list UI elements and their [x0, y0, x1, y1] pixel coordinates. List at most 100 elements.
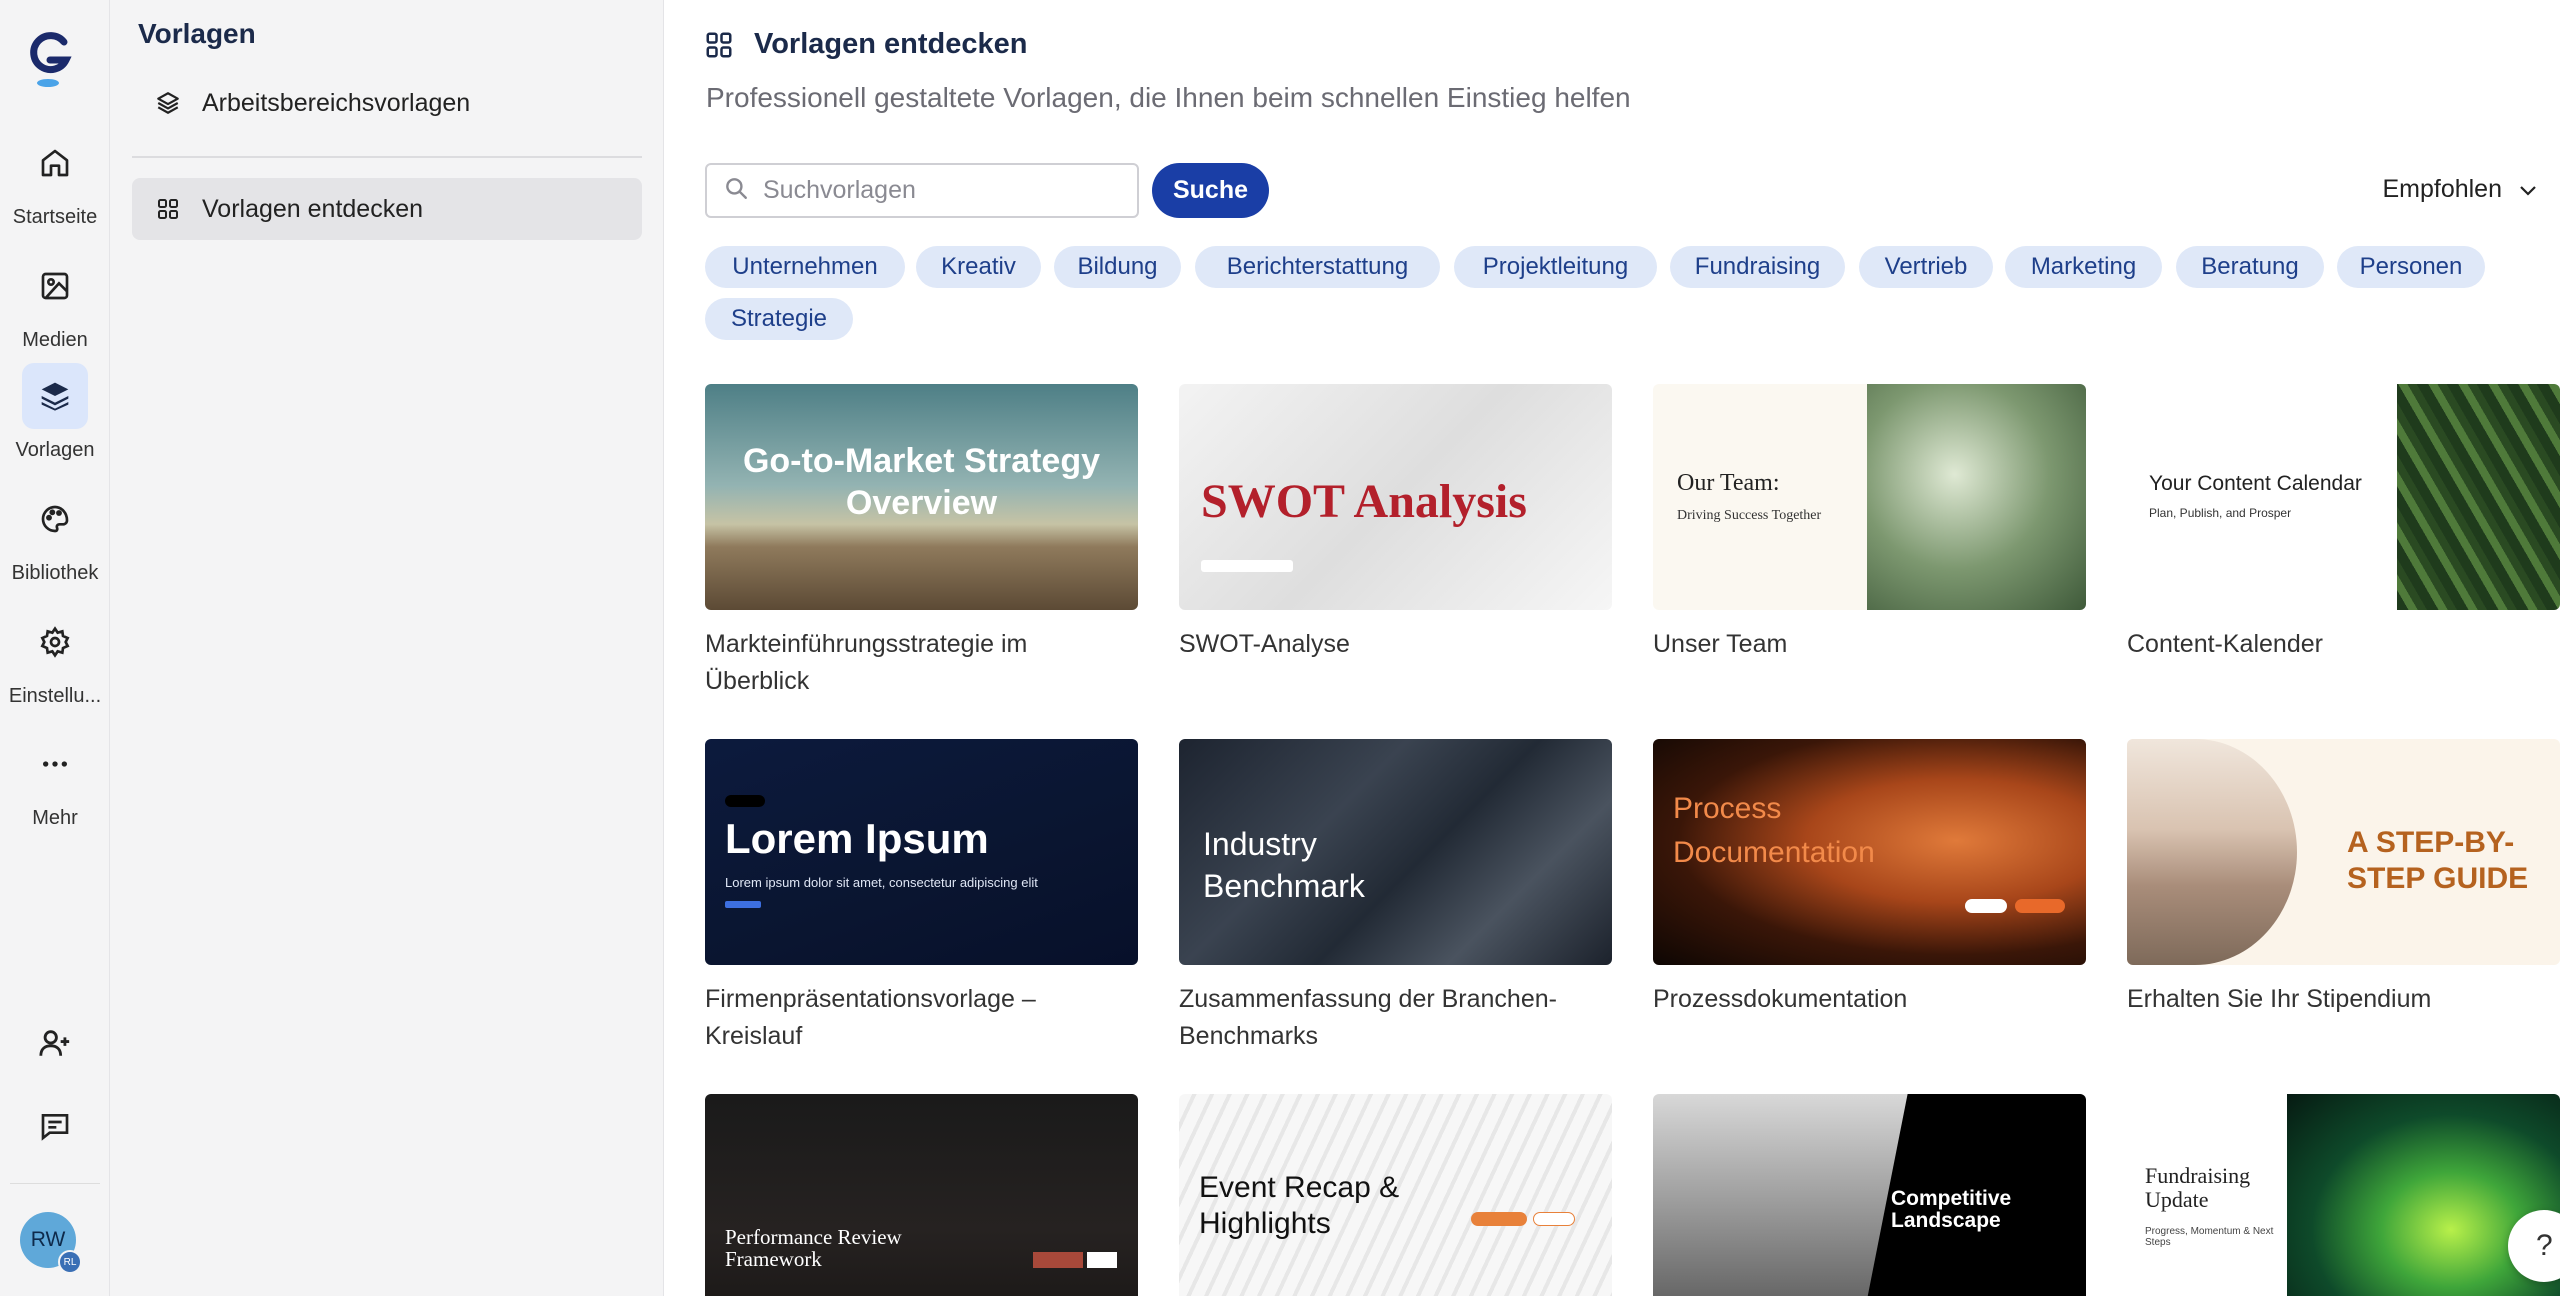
search-box	[705, 163, 1139, 218]
search-button[interactable]: Suche	[1152, 163, 1269, 218]
template-card[interactable]: A STEP-BY-STEP GUIDE Erhalten Sie Ihr St…	[2127, 739, 2560, 1018]
help-icon: ?	[2536, 1229, 2553, 1262]
thumbnail-subtext: Plan, Publish, and Prosper	[2149, 506, 2292, 520]
thumbnail-decoration	[1087, 1252, 1117, 1268]
thumbnail-subtext: Progress, Momentum & Next Steps	[2145, 1226, 2274, 1248]
app-root: Startseite Medien Vorlagen Bibliothek Ei…	[0, 0, 2560, 1296]
thumbnail-image	[2397, 384, 2560, 610]
category-chip[interactable]: Marketing	[2005, 246, 2162, 288]
template-card[interactable]: Event Recap & Highlights	[1179, 1094, 1612, 1296]
rail-item-more[interactable]: Mehr	[0, 731, 110, 841]
thumbnail-decoration	[725, 901, 761, 908]
category-chip[interactable]: Beratung	[2176, 246, 2324, 288]
rail-item-media[interactable]: Medien	[0, 253, 110, 363]
thumbnail-image	[2127, 739, 2297, 965]
gear-icon	[22, 609, 88, 675]
thumbnail-text: Our Team:	[1677, 470, 1780, 496]
thumbnail-text: Go-to-Market Strategy Overview	[742, 442, 1101, 522]
layers-outline-icon	[154, 89, 182, 117]
thumbnail-text: Performance Review Framework	[725, 1225, 902, 1271]
more-icon	[22, 731, 88, 797]
template-thumbnail: A STEP-BY-STEP GUIDE	[2127, 739, 2560, 965]
template-title: SWOT-Analyse	[1179, 630, 1350, 658]
feedback-icon[interactable]	[22, 1093, 88, 1159]
category-chip[interactable]: Berichterstattung	[1195, 246, 1440, 288]
chevron-down-icon	[2516, 178, 2540, 202]
template-thumbnail: Go-to-Market Strategy Overview	[705, 384, 1138, 610]
page-subtitle: Professionell gestaltete Vorlagen, die I…	[706, 82, 1631, 113]
layers-icon	[22, 363, 88, 429]
category-chip[interactable]: Fundraising	[1670, 246, 1845, 288]
template-card[interactable]: Fundraising Update Progress, Momentum & …	[2127, 1094, 2560, 1296]
templates-sidebar: Vorlagen Arbeitsbereichsvorlagen Vorlage…	[110, 0, 664, 1296]
thumbnail-text: Lorem Ipsum	[725, 815, 989, 862]
search-icon	[723, 175, 749, 206]
template-card[interactable]: SWOT Analysis SWOT-Analyse	[1179, 384, 1612, 663]
sort-dropdown[interactable]: Empfohlen	[2382, 175, 2540, 204]
template-card[interactable]: Competitive Landscape	[1653, 1094, 2086, 1296]
thumbnail-subtext: Lorem ipsum dolor sit amet, consectetur …	[725, 875, 1038, 890]
rail-label: Startseite	[12, 206, 98, 228]
sidebar-item-workspace-templates[interactable]: Arbeitsbereichsvorlagen	[132, 72, 642, 134]
rail-item-templates[interactable]: Vorlagen	[0, 363, 110, 473]
template-card[interactable]: Performance Review Framework	[705, 1094, 1138, 1296]
thumbnail-decoration	[725, 795, 765, 807]
template-thumbnail: Performance Review Framework	[705, 1094, 1138, 1296]
template-thumbnail: Lorem Ipsum Lorem ipsum dolor sit amet, …	[705, 739, 1138, 965]
rail-label: Medien	[22, 329, 88, 351]
sidebar-divider	[132, 156, 642, 158]
thumbnail-text: Fundraising Update	[2145, 1163, 2251, 1212]
thumbnail-decoration	[2015, 899, 2065, 913]
category-chip[interactable]: Kreativ	[916, 246, 1041, 288]
rail-item-library[interactable]: Bibliothek	[0, 486, 110, 596]
template-title: Content-Kalender	[2127, 630, 2323, 658]
palette-icon	[22, 486, 88, 552]
rail-item-settings[interactable]: Einstellu...	[0, 609, 110, 719]
thumbnail-text: Competitive Landscape	[1891, 1187, 2012, 1232]
thumbnail-text: Process Documentation	[1673, 792, 1875, 869]
template-card[interactable]: Industry Benchmark Zusammenfassung der B…	[1179, 739, 1612, 1055]
sort-label: Empfohlen	[2382, 175, 2502, 203]
template-title: Firmenpräsentationsvorlage – Kreislauf	[705, 985, 1036, 1050]
template-card[interactable]: Process Documentation Prozessdokumentati…	[1653, 739, 2086, 1018]
sidebar-item-discover-templates[interactable]: Vorlagen entdecken	[132, 178, 642, 240]
thumbnail-text: Industry Benchmark	[1203, 826, 1365, 904]
thumbnail-decoration	[1965, 899, 2007, 913]
rail-item-home[interactable]: Startseite	[0, 130, 110, 240]
add-user-icon[interactable]	[22, 1010, 88, 1076]
thumbnail-decoration	[1533, 1212, 1575, 1226]
icon-rail: Startseite Medien Vorlagen Bibliothek Ei…	[0, 0, 110, 1296]
template-title: Prozessdokumentation	[1653, 985, 1908, 1013]
app-logo[interactable]	[26, 30, 72, 90]
category-chip[interactable]: Projektleitung	[1454, 246, 1657, 288]
page-title: Vorlagen entdecken	[754, 28, 1028, 60]
template-card[interactable]: Go-to-Market Strategy Overview Markteinf…	[705, 384, 1138, 700]
main-content: Vorlagen entdecken Professionell gestalt…	[664, 0, 2560, 1296]
template-card[interactable]: Our Team: Driving Success Together Unser…	[1653, 384, 2086, 663]
rail-divider	[10, 1183, 100, 1184]
template-thumbnail: Our Team: Driving Success Together	[1653, 384, 2086, 610]
thumbnail-decoration	[1033, 1252, 1083, 1268]
thumbnail-text: Your Content Calendar	[2149, 472, 2362, 495]
image-icon	[22, 253, 88, 319]
category-chip[interactable]: Strategie	[705, 298, 853, 340]
category-chip[interactable]: Personen	[2337, 246, 2485, 288]
template-card[interactable]: Your Content Calendar Plan, Publish, and…	[2127, 384, 2560, 663]
thumbnail-decoration	[1471, 1212, 1527, 1226]
thumbnail-decoration	[1201, 560, 1293, 572]
grid-icon	[154, 195, 182, 223]
category-chip[interactable]: Vertrieb	[1859, 246, 1993, 288]
home-icon	[22, 130, 88, 196]
thumbnail-text: Event Recap & Highlights	[1199, 1171, 1400, 1240]
search-input[interactable]	[763, 176, 1133, 205]
thumbnail-image	[1867, 384, 2086, 610]
template-thumbnail: SWOT Analysis	[1179, 384, 1612, 610]
sidebar-item-label: Arbeitsbereichsvorlagen	[202, 88, 471, 117]
template-thumbnail: Competitive Landscape	[1653, 1094, 2086, 1296]
grid-icon	[704, 30, 734, 60]
template-card[interactable]: Lorem Ipsum Lorem ipsum dolor sit amet, …	[705, 739, 1138, 1055]
rail-label: Mehr	[32, 807, 78, 829]
category-chip[interactable]: Bildung	[1054, 246, 1181, 288]
template-title: Markteinführungsstrategie im Überblick	[705, 630, 1028, 695]
category-chip[interactable]: Unternehmen	[705, 246, 905, 288]
